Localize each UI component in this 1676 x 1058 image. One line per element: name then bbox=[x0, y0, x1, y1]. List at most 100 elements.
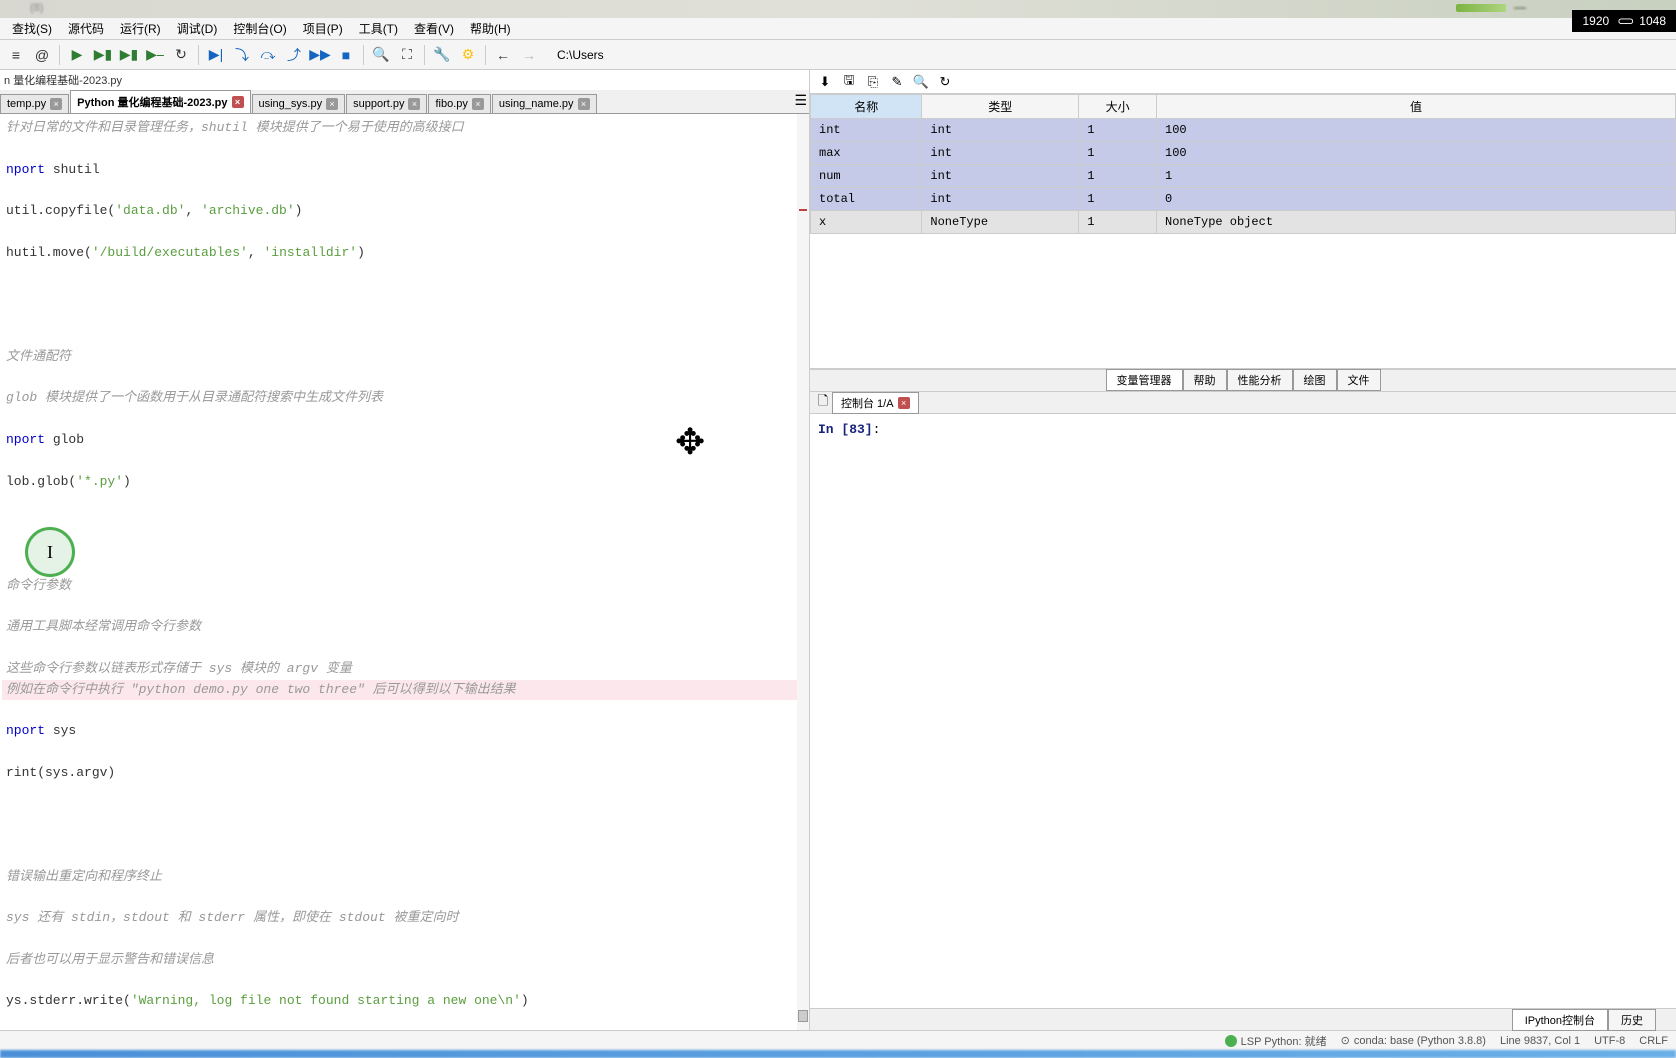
close-icon[interactable]: × bbox=[326, 98, 338, 110]
menu-debug[interactable]: 调试(D) bbox=[169, 18, 226, 39]
find-icon[interactable]: 🔍 bbox=[369, 43, 393, 67]
menu-help[interactable]: 帮助(H) bbox=[462, 18, 519, 39]
variable-row[interactable]: intint1100 bbox=[811, 119, 1676, 142]
code-line bbox=[2, 804, 807, 825]
step-out-icon[interactable]: ⤴ bbox=[282, 43, 306, 67]
code-line: glob 模块提供了一个函数用于从目录通配符搜索中生成文件列表 bbox=[2, 388, 807, 409]
tab-fibo[interactable]: fibo.py × bbox=[428, 94, 490, 113]
col-value[interactable]: 值 bbox=[1157, 95, 1676, 119]
code-line bbox=[2, 700, 807, 721]
console-output[interactable]: In [83]: bbox=[810, 414, 1676, 1008]
outline-icon[interactable]: ≡ bbox=[4, 43, 28, 67]
code-line: sys 还有 stdin，stdout 和 stderr 属性，即使在 stdo… bbox=[2, 908, 807, 929]
console-bottom-tabs: IPython控制台 历史 bbox=[810, 1008, 1676, 1030]
code-editor[interactable]: 针对日常的文件和目录管理任务，shutil 模块提供了一个易于使用的高级接口 n… bbox=[0, 114, 809, 1030]
search-icon[interactable]: 🔍 bbox=[912, 73, 930, 91]
menu-project[interactable]: 项目(P) bbox=[295, 18, 351, 39]
tab-main[interactable]: Python 量化编程基础-2023.py × bbox=[70, 90, 250, 113]
tab-ipython[interactable]: IPython控制台 bbox=[1512, 1009, 1608, 1031]
console-tab-1[interactable]: 控制台 1/A × bbox=[832, 392, 919, 414]
save-icon[interactable]: 🖫 bbox=[840, 73, 858, 91]
code-line: 后者也可以用于显示警告和错误信息 bbox=[2, 950, 807, 971]
scroll-thumb[interactable] bbox=[798, 1010, 808, 1022]
continue-icon[interactable]: ▶▶ bbox=[308, 43, 332, 67]
variable-row[interactable]: xNoneType1NoneType object bbox=[811, 211, 1676, 234]
col-type[interactable]: 类型 bbox=[922, 95, 1079, 119]
tab-files[interactable]: 文件 bbox=[1337, 369, 1381, 391]
step-over-icon[interactable]: ⤼ bbox=[256, 43, 280, 67]
forward-icon[interactable]: → bbox=[517, 43, 541, 67]
menu-tools[interactable]: 工具(T) bbox=[351, 18, 406, 39]
editor-panel: n 量化编程基础-2023.py temp.py × Python 量化编程基础… bbox=[0, 70, 810, 1030]
scrollbar[interactable] bbox=[797, 114, 809, 1030]
step-into-icon[interactable]: ⤵ bbox=[230, 43, 254, 67]
preferences-icon[interactable]: 🔧 bbox=[430, 43, 454, 67]
menubar: 查找(S) 源代码 运行(R) 调试(D) 控制台(O) 项目(P) 工具(T)… bbox=[0, 18, 1676, 40]
python-path-icon[interactable]: ⚙ bbox=[456, 43, 480, 67]
console-panel: 🗋 控制台 1/A × In [83]: IPython控制台 历史 bbox=[810, 391, 1676, 1030]
run-icon[interactable]: ▶ bbox=[65, 43, 89, 67]
code-line bbox=[2, 368, 807, 389]
code-line: 命令行参数 bbox=[2, 576, 807, 597]
col-size[interactable]: 大小 bbox=[1079, 95, 1157, 119]
rerun-icon[interactable]: ↻ bbox=[169, 43, 193, 67]
back-icon[interactable]: ← bbox=[491, 43, 515, 67]
hamburger-icon[interactable]: ☰ bbox=[794, 92, 807, 109]
run-cell-icon[interactable]: ▶▮ bbox=[91, 43, 115, 67]
close-icon[interactable]: × bbox=[232, 96, 244, 108]
close-icon[interactable]: × bbox=[898, 397, 910, 409]
run-selection-icon[interactable]: ▶⎯ bbox=[143, 43, 167, 67]
menu-view[interactable]: 查看(V) bbox=[406, 18, 462, 39]
code-line: 这些命令行参数以链表形式存储于 sys 模块的 argv 变量 bbox=[2, 659, 807, 680]
resolution-height: 1048 bbox=[1639, 14, 1666, 28]
prompt-num: [83] bbox=[841, 422, 872, 437]
code-line: 例如在命令行中执行 "python demo.py one two three"… bbox=[2, 680, 807, 701]
tab-profiler[interactable]: 性能分析 bbox=[1227, 369, 1293, 391]
col-name[interactable]: 名称 bbox=[811, 95, 922, 119]
current-file-label: n 量化编程基础-2023.py bbox=[0, 70, 809, 90]
code-line bbox=[2, 264, 807, 285]
cursor-indicator: I bbox=[25, 527, 75, 577]
close-icon[interactable]: × bbox=[408, 98, 420, 110]
tab-plots[interactable]: 绘图 bbox=[1293, 369, 1337, 391]
variable-row[interactable]: totalint10 bbox=[811, 188, 1676, 211]
close-icon[interactable]: × bbox=[578, 98, 590, 110]
code-line bbox=[2, 284, 807, 305]
window-titlebar: (8) — bbox=[0, 0, 1676, 18]
code-line bbox=[2, 534, 807, 555]
variable-row[interactable]: numint11 bbox=[811, 165, 1676, 188]
menu-source[interactable]: 源代码 bbox=[60, 18, 112, 39]
tab-using-sys[interactable]: using_sys.py × bbox=[252, 94, 346, 113]
tab-using-name[interactable]: using_name.py × bbox=[492, 94, 597, 113]
menu-find[interactable]: 查找(S) bbox=[4, 18, 60, 39]
at-icon[interactable]: @ bbox=[30, 43, 54, 67]
save-as-icon[interactable]: ⎘ bbox=[864, 73, 882, 91]
erase-icon[interactable]: ✎ bbox=[888, 73, 906, 91]
code-line bbox=[2, 513, 807, 534]
working-dir-input[interactable] bbox=[551, 46, 751, 64]
status-position: Line 9837, Col 1 bbox=[1500, 1035, 1580, 1047]
menu-console[interactable]: 控制台(O) bbox=[225, 18, 294, 39]
tab-support[interactable]: support.py × bbox=[346, 94, 427, 113]
variable-row[interactable]: maxint1100 bbox=[811, 142, 1676, 165]
variable-table: 名称 类型 大小 值 intint1100maxint1100numint11t… bbox=[810, 94, 1676, 234]
close-icon[interactable]: × bbox=[50, 98, 62, 110]
debug-step-icon[interactable]: ▶| bbox=[204, 43, 228, 67]
status-encoding: UTF-8 bbox=[1594, 1035, 1625, 1047]
run-cell-advance-icon[interactable]: ▶▮ bbox=[117, 43, 141, 67]
tab-help[interactable]: 帮助 bbox=[1183, 369, 1227, 391]
maximize-icon[interactable]: ⛶ bbox=[395, 43, 419, 67]
close-icon[interactable]: × bbox=[472, 98, 484, 110]
resolution-width: 1920 bbox=[1582, 14, 1609, 28]
stop-icon[interactable]: ■ bbox=[334, 43, 358, 67]
tab-variables[interactable]: 变量管理器 bbox=[1106, 369, 1183, 391]
code-line: util.copyfile('data.db', 'archive.db') bbox=[2, 201, 807, 222]
minimize-icon[interactable]: — bbox=[1514, 0, 1526, 14]
file-icon[interactable]: 🗋 bbox=[814, 394, 832, 412]
tab-history[interactable]: 历史 bbox=[1608, 1009, 1656, 1031]
menu-run[interactable]: 运行(R) bbox=[112, 18, 169, 39]
import-icon[interactable]: ⬇ bbox=[816, 73, 834, 91]
tab-temp[interactable]: temp.py × bbox=[0, 94, 69, 113]
code-line bbox=[2, 929, 807, 950]
refresh-icon[interactable]: ↻ bbox=[936, 73, 954, 91]
